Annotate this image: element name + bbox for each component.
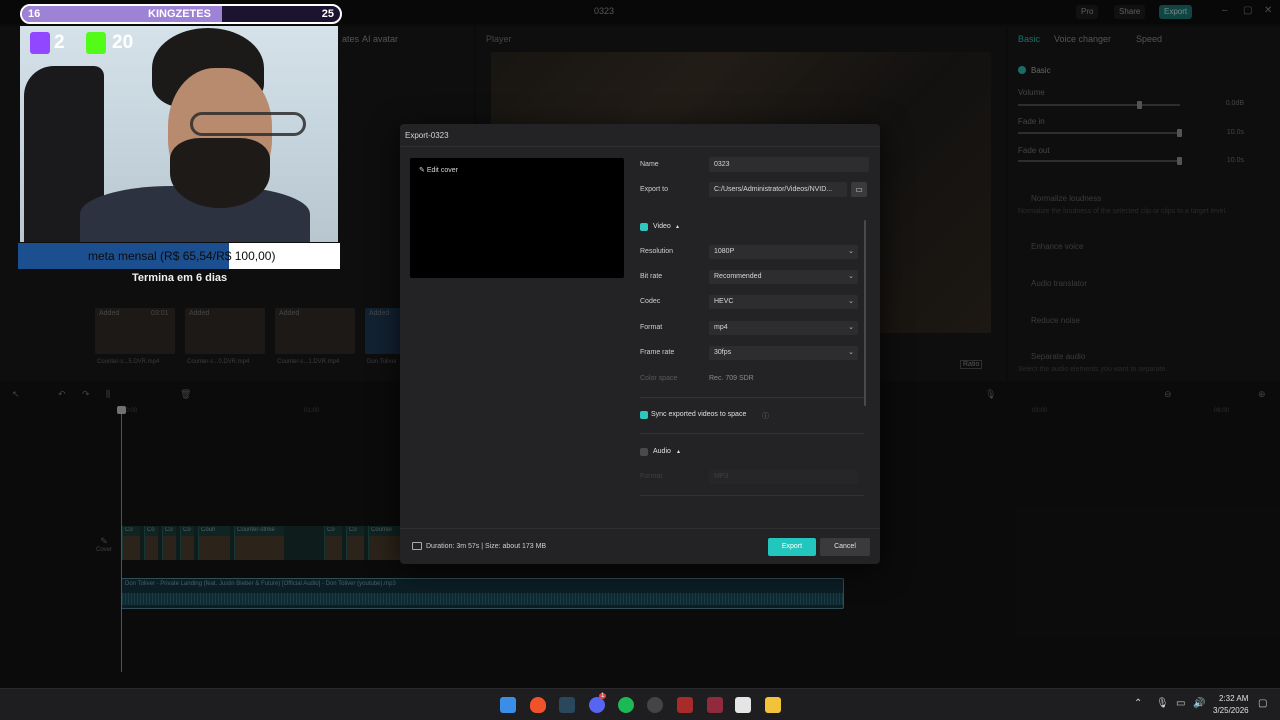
format-label: Format [640, 324, 663, 331]
export-button[interactable]: Export [768, 538, 816, 556]
streamer-name: KINGZETES [148, 8, 211, 20]
codec-value: HEVC [714, 298, 734, 305]
format-value: mp4 [714, 324, 728, 331]
resolution-label: Resolution [640, 248, 674, 255]
video-section-label: Video [653, 223, 671, 230]
level-next: 25 [321, 8, 334, 20]
app-icon[interactable] [677, 697, 693, 713]
notification-badge: 1 [599, 693, 607, 699]
colorspace-label: Color space [640, 375, 678, 382]
framerate-label: Frame rate [640, 349, 675, 356]
info-icon[interactable]: ⓘ [762, 411, 769, 421]
capcut-icon[interactable] [735, 697, 751, 713]
notifications-icon[interactable]: ▢ [1258, 698, 1267, 709]
clock-time[interactable]: 2:32 AM [1219, 694, 1248, 703]
monthly-goal-bar: meta mensal (R$ 65,54/R$ 100,00) [18, 243, 340, 269]
divider [400, 528, 880, 529]
bitrate-label: Bit rate [640, 273, 663, 280]
colorspace-value: Rec. 709 SDR [709, 375, 754, 382]
video-checkbox[interactable] [640, 223, 648, 231]
chevron-up-icon[interactable]: ▴ [676, 223, 679, 230]
file-explorer-icon[interactable] [765, 697, 781, 713]
chevron-up-icon[interactable]: ▴ [677, 448, 680, 455]
audio-section-label: Audio [653, 448, 671, 455]
folder-icon[interactable]: ▭ [851, 182, 867, 197]
twitch-icon [30, 32, 50, 54]
sync-label: Sync exported videos to space [651, 411, 747, 418]
format-select[interactable]: mp4 ⌄ [709, 321, 858, 335]
bitrate-value: Recommended [714, 273, 762, 280]
chevron-down-icon: ⌄ [848, 349, 854, 356]
chevron-down-icon: ⌄ [848, 273, 854, 280]
edit-cover-button[interactable]: ✎ Edit cover [419, 166, 458, 174]
capcut-window: 0323 Pro Share Export – ▢ ✕ ates AI avat… [0, 0, 1280, 688]
sync-checkbox[interactable] [640, 411, 648, 419]
goal-deadline: Termina em 6 dias [132, 272, 228, 284]
divider [640, 433, 864, 434]
resolution-select[interactable]: 1080P ⌄ [709, 245, 858, 259]
divider [640, 397, 864, 398]
spotify-icon[interactable] [618, 697, 634, 713]
level-current: 16 [28, 8, 41, 20]
steam-icon[interactable] [559, 697, 575, 713]
clock-date[interactable]: 3/25/2026 [1213, 706, 1249, 715]
twitch-viewer-count: 2 [54, 32, 65, 53]
divider [400, 146, 880, 147]
framerate-select[interactable]: 30fps ⌄ [709, 346, 858, 360]
settings-scrollbar[interactable] [864, 220, 866, 406]
kick-icon [86, 32, 106, 54]
kick-viewer-count: 20 [112, 32, 134, 53]
volume-icon[interactable]: 🔊 [1193, 698, 1205, 709]
cover-preview[interactable]: ✎ Edit cover [410, 158, 624, 278]
taskbar: 1 ⌃ 🎙 ▭ 🔊 2:32 AM 3/25/2026 ▢ [0, 688, 1280, 720]
export-path-input[interactable]: C:/Users/Administrator/Videos/NVID... [709, 182, 847, 197]
edit-cover-label: Edit cover [426, 167, 458, 174]
app-icon-2[interactable] [707, 697, 723, 713]
audio-format-label: Format [640, 473, 663, 480]
framerate-value: 30fps [714, 349, 732, 356]
goal-text: meta mensal (R$ 65,54/R$ 100,00) [88, 249, 276, 263]
beard [170, 138, 270, 208]
windows-start-icon[interactable] [500, 697, 516, 713]
mic-icon[interactable]: 🎙 [1156, 698, 1169, 709]
audio-checkbox[interactable] [640, 448, 648, 456]
chevron-down-icon: ⌄ [848, 248, 854, 255]
name-label: Name [640, 161, 659, 168]
name-input[interactable]: 0323 [709, 157, 869, 172]
audio-format-select: MP3 [709, 470, 858, 484]
stream-level-bar: 16 KINGZETES 25 [20, 4, 342, 24]
glasses [190, 112, 306, 136]
codec-select[interactable]: HEVC ⌄ [709, 295, 858, 309]
network-icon[interactable]: ▭ [1176, 698, 1185, 709]
webcam-feed: 2 20 [20, 26, 338, 242]
audio-format-value: MP3 [714, 473, 729, 480]
duration-size-info: Duration: 3m 57s | Size: about 173 MB [426, 543, 547, 550]
cancel-button[interactable]: Cancel [820, 538, 870, 556]
brave-icon[interactable] [530, 697, 546, 713]
chevron-up-icon[interactable]: ⌃ [1134, 698, 1142, 709]
obs-icon[interactable] [647, 697, 663, 713]
bitrate-select[interactable]: Recommended ⌄ [709, 270, 858, 284]
export-to-label: Export to [640, 186, 669, 193]
codec-label: Codec [640, 298, 661, 305]
edit-icon: ✎ [419, 167, 427, 174]
divider [640, 495, 864, 496]
film-icon [412, 542, 422, 550]
chevron-down-icon: ⌄ [848, 298, 854, 305]
resolution-value: 1080P [714, 248, 735, 255]
dialog-title: Export-0323 [405, 131, 449, 140]
chevron-down-icon: ⌄ [848, 324, 854, 331]
discord-icon[interactable] [589, 697, 605, 713]
export-dialog: Export-0323 ✎ Edit cover Name 0323 Expor… [400, 124, 880, 564]
